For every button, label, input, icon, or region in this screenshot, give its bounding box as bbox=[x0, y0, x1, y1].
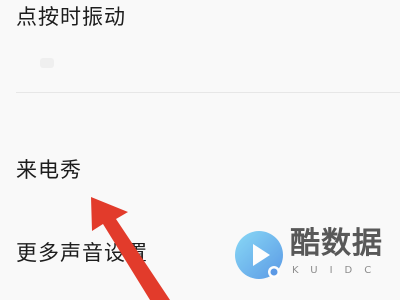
watermark-subtitle: KUIDC bbox=[292, 265, 384, 276]
faded-subtext bbox=[40, 58, 54, 68]
watermark-title: 酷数据 bbox=[290, 226, 383, 261]
watermark: 酷数据 KUIDC bbox=[232, 228, 392, 286]
list-divider bbox=[16, 92, 400, 93]
play-logo-icon bbox=[235, 231, 283, 279]
settings-item-more-sound-settings[interactable]: 更多声音设置 bbox=[16, 243, 148, 264]
settings-item-incoming-call-show[interactable]: 来电秀 bbox=[16, 160, 82, 181]
settings-item-tap-vibration[interactable]: 点按时振动 bbox=[16, 7, 126, 28]
